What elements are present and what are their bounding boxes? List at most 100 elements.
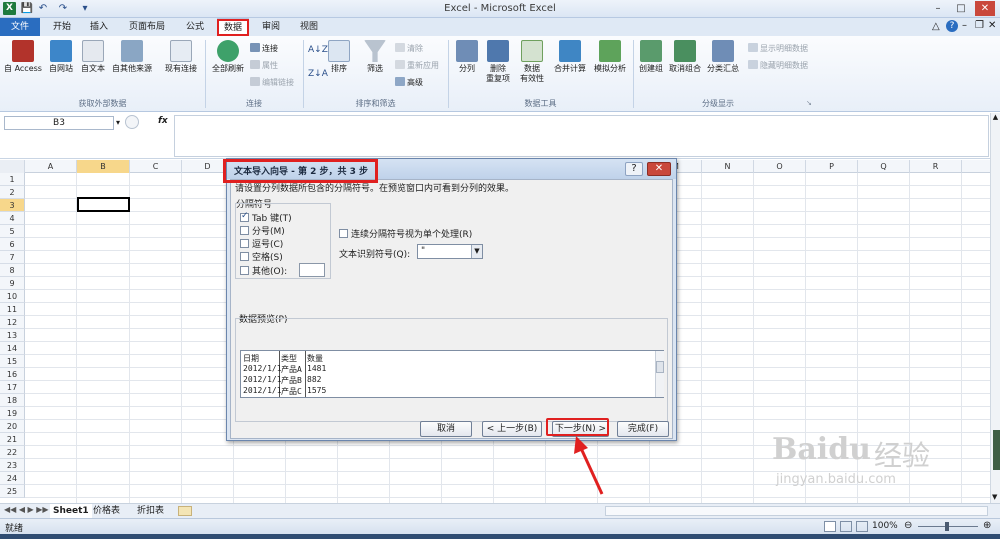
connections-button[interactable]: 连接 [250, 43, 278, 54]
row-header-19[interactable]: 19 [0, 407, 25, 420]
dialog-launcher-icon[interactable]: ↘ [806, 99, 812, 107]
row-header-23[interactable]: 23 [0, 459, 25, 472]
space-checkbox[interactable] [240, 252, 249, 261]
doc-close-icon[interactable]: ✕ [988, 20, 996, 31]
existing-connections-button[interactable]: 现有连接 [160, 40, 202, 74]
show-detail-button[interactable]: 显示明细数据 [748, 43, 808, 54]
from-web-button[interactable]: 自网站 [44, 40, 78, 74]
comma-checkbox[interactable] [240, 239, 249, 248]
zoom-out-icon[interactable]: ⊖ [904, 520, 912, 531]
row-header-4[interactable]: 4 [0, 212, 25, 225]
properties-button[interactable]: 属性 [250, 60, 278, 71]
ribbon-collapse-icon[interactable]: △ [932, 21, 940, 32]
formula-input[interactable] [174, 115, 989, 157]
tab-view[interactable]: 视图 [293, 18, 325, 36]
zoom-level[interactable]: 100% [872, 521, 898, 531]
ungroup-button[interactable]: 取消组合 [666, 40, 704, 74]
preview-vscroll[interactable] [655, 351, 664, 397]
preview-scroll-thumb[interactable] [656, 361, 664, 373]
reapply-button[interactable]: 重新应用 [395, 60, 439, 71]
row-header-5[interactable]: 5 [0, 225, 25, 238]
name-box-dropdown-icon[interactable]: ▾ [116, 118, 120, 127]
consecutive-delimiters[interactable]: 连续分隔符号视为单个处理(R) [339, 227, 472, 240]
sheet-tab-3[interactable]: 折扣表 [134, 504, 167, 518]
zoom-in-icon[interactable]: ⊕ [983, 520, 991, 531]
consecutive-checkbox[interactable] [339, 229, 348, 238]
text-to-columns-button[interactable]: 分列 [452, 40, 482, 74]
zoom-slider-thumb[interactable] [945, 522, 949, 531]
back-button[interactable]: < 上一步(B) [482, 421, 542, 437]
finish-button[interactable]: 完成(F) [617, 421, 669, 437]
other-checkbox[interactable] [240, 266, 249, 275]
tab-home[interactable]: 开始 [46, 18, 78, 36]
row-header-8[interactable]: 8 [0, 264, 25, 277]
chevron-down-icon[interactable]: ▼ [471, 245, 482, 258]
dialog-close-icon[interactable]: ✕ [647, 162, 671, 176]
tab-checkbox[interactable] [240, 211, 249, 222]
close-icon[interactable]: ✕ [975, 1, 995, 16]
row-header-24[interactable]: 24 [0, 472, 25, 485]
advanced-filter-button[interactable]: 高级 [395, 77, 423, 88]
side-widget-icon[interactable] [993, 430, 1000, 470]
doc-restore-icon[interactable]: ❐ [975, 20, 984, 31]
subtotal-button[interactable]: 分类汇总 [704, 40, 742, 74]
row-header-18[interactable]: 18 [0, 394, 25, 407]
row-header-17[interactable]: 17 [0, 381, 25, 394]
consolidate-button[interactable]: 合并计算 [550, 40, 590, 74]
remove-duplicates-button[interactable]: 删除 重复项 [482, 40, 514, 84]
row-header-6[interactable]: 6 [0, 238, 25, 251]
tab-file[interactable]: 文件 [0, 18, 40, 36]
row-header-20[interactable]: 20 [0, 420, 25, 433]
edit-links-button[interactable]: 编辑链接 [250, 77, 294, 88]
row-header-14[interactable]: 14 [0, 342, 25, 355]
cancel-button[interactable]: 取消 [420, 421, 472, 437]
doc-minimize-icon[interactable]: – [962, 20, 967, 31]
formula-cancel-icon[interactable] [125, 115, 139, 129]
column-header-o[interactable]: O [754, 160, 806, 173]
scroll-up-icon[interactable]: ▲ [991, 113, 1000, 123]
from-other-sources-button[interactable]: 自其他来源 [108, 40, 156, 74]
hide-detail-button[interactable]: 隐藏明细数据 [748, 60, 808, 71]
delimiter-semicolon[interactable]: 分号(M) [240, 224, 285, 237]
sheet-tab-2[interactable]: 价格表 [90, 504, 123, 518]
row-header-7[interactable]: 7 [0, 251, 25, 264]
column-header-p[interactable]: P [806, 160, 858, 173]
row-header-12[interactable]: 12 [0, 316, 25, 329]
group-button[interactable]: 创建组 [636, 40, 666, 74]
column-header-c[interactable]: C [130, 160, 182, 173]
column-header-r[interactable]: R [910, 160, 962, 173]
insert-sheet-icon[interactable] [178, 506, 192, 516]
name-box[interactable]: B3 [4, 116, 114, 130]
tab-insert[interactable]: 插入 [82, 18, 116, 36]
filter-button[interactable]: 筛选 [360, 40, 390, 74]
minimize-icon[interactable]: – [928, 1, 948, 16]
row-header-11[interactable]: 11 [0, 303, 25, 316]
insert-function-icon[interactable]: fx [158, 116, 172, 126]
tab-formulas[interactable]: 公式 [178, 18, 212, 36]
delimiter-tab[interactable]: Tab 键(T) [240, 211, 292, 224]
refresh-all-button[interactable]: 全部刷新 [208, 40, 248, 74]
tab-review[interactable]: 审阅 [255, 18, 287, 36]
page-break-view-icon[interactable] [856, 521, 868, 532]
row-header-21[interactable]: 21 [0, 433, 25, 446]
other-delimiter-input[interactable] [299, 263, 325, 277]
what-if-analysis-button[interactable]: 模拟分析 [590, 40, 630, 74]
column-header-n[interactable]: N [702, 160, 754, 173]
maximize-icon[interactable]: □ [951, 1, 971, 16]
page-layout-view-icon[interactable] [840, 521, 852, 532]
row-header-2[interactable]: 2 [0, 186, 25, 199]
row-header-13[interactable]: 13 [0, 329, 25, 342]
row-header-15[interactable]: 15 [0, 355, 25, 368]
column-header-b[interactable]: B [77, 160, 130, 173]
selected-cell-b3[interactable] [77, 197, 130, 212]
semicolon-checkbox[interactable] [240, 226, 249, 235]
row-header-25[interactable]: 25 [0, 485, 25, 498]
delimiter-space[interactable]: 空格(S) [240, 250, 283, 263]
dialog-help-button[interactable]: ? [625, 162, 643, 176]
scroll-down-icon[interactable]: ▼ [992, 493, 999, 501]
select-all-corner[interactable] [0, 160, 25, 173]
from-access-button[interactable]: 自 Access [2, 40, 44, 74]
sort-az-icon[interactable]: A↓Z [308, 44, 328, 56]
tab-page-layout[interactable]: 页面布局 [122, 18, 172, 36]
row-header-1[interactable]: 1 [0, 173, 25, 186]
